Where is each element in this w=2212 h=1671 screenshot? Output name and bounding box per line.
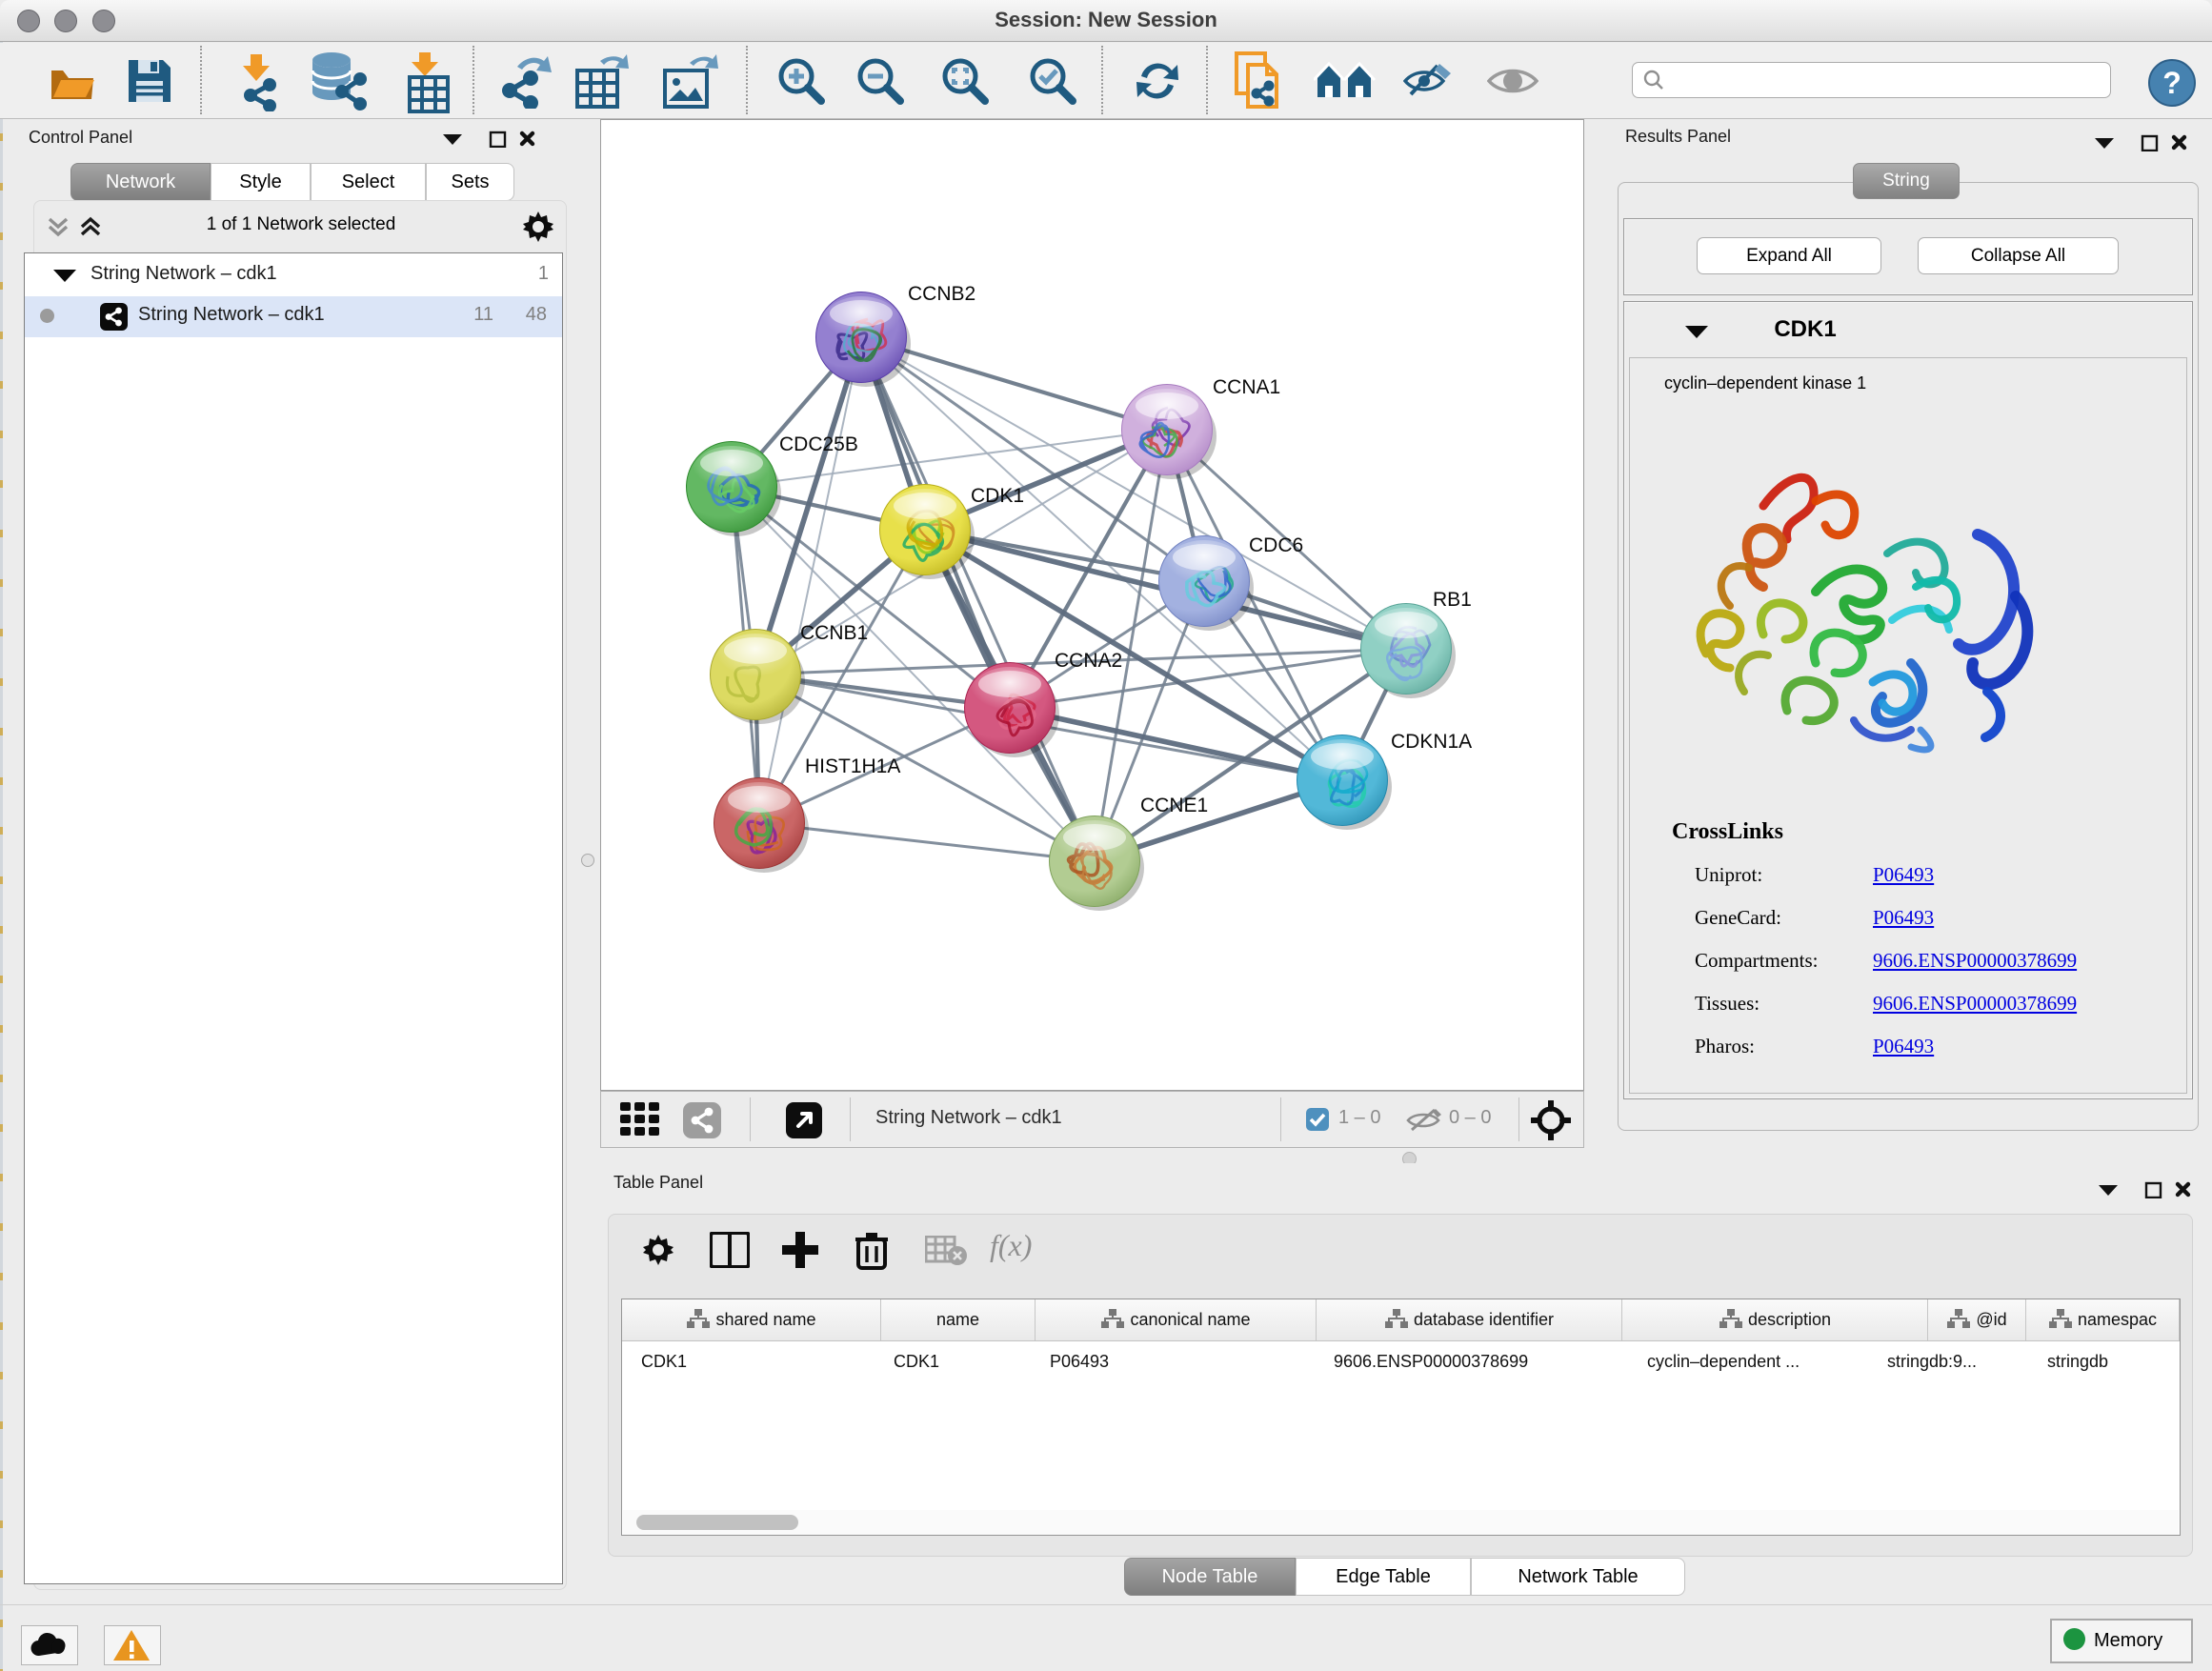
svg-text:CCNA2: CCNA2 — [1055, 650, 1122, 672]
svg-text:CDKN1A: CDKN1A — [1391, 731, 1472, 753]
svg-text:?: ? — [2162, 66, 2182, 100]
svg-text:CDK1: CDK1 — [971, 485, 1024, 507]
svg-text:HIST1H1A: HIST1H1A — [805, 755, 900, 777]
svg-text:CCNA1: CCNA1 — [1213, 376, 1280, 398]
svg-text:CCNB1: CCNB1 — [800, 622, 868, 644]
svg-text:CDC25B: CDC25B — [779, 433, 858, 455]
svg-text:CCNE1: CCNE1 — [1140, 795, 1208, 816]
svg-text:CCNB2: CCNB2 — [908, 283, 975, 305]
svg-text:CDC6: CDC6 — [1249, 534, 1303, 556]
svg-text:RB1: RB1 — [1433, 589, 1472, 611]
